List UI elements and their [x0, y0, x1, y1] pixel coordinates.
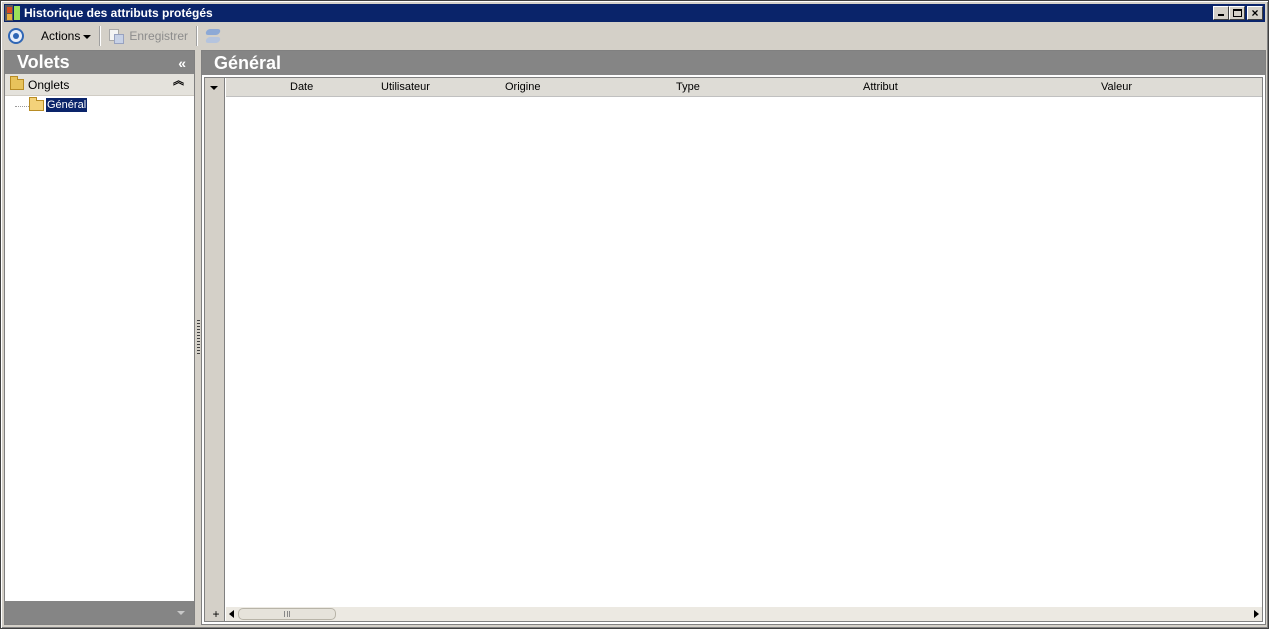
scrollbar-thumb[interactable] — [238, 608, 336, 620]
window-title: Historique des attributs protégés — [24, 6, 213, 20]
left-panel-footer — [5, 601, 194, 624]
minimize-button[interactable] — [1213, 6, 1229, 20]
maximize-icon — [1233, 9, 1242, 17]
dropdown-caret-icon — [83, 35, 92, 39]
save-label: Enregistrer — [129, 29, 189, 43]
toolbar-separator — [99, 26, 102, 46]
grid-row-header — [205, 78, 225, 621]
actions-label: Actions — [41, 29, 81, 43]
minimize-icon — [1218, 14, 1224, 16]
add-row-icon[interactable]: + — [208, 607, 224, 621]
close-icon: × — [1251, 6, 1259, 20]
window-controls: × — [1213, 6, 1263, 20]
column-chooser-icon[interactable] — [210, 86, 218, 90]
toolbar-separator — [196, 26, 199, 46]
horizontal-scrollbar[interactable] — [226, 607, 1262, 621]
title-bar[interactable]: Historique des attributs protégés × — [4, 4, 1265, 22]
actions-menu-button[interactable]: Actions — [36, 25, 96, 47]
refresh-icon[interactable] — [204, 28, 222, 44]
column-header-valeur[interactable]: Valeur — [1101, 81, 1132, 93]
group-label: Onglets — [28, 77, 70, 92]
save-icon — [109, 28, 125, 44]
grip-icon — [284, 611, 290, 617]
tree-connector — [15, 106, 29, 107]
panel-splitter[interactable] — [197, 320, 200, 356]
column-header-origine[interactable]: Origine — [505, 81, 540, 93]
column-header-type[interactable]: Type — [676, 81, 700, 93]
folder-icon — [10, 76, 24, 90]
column-header-date[interactable]: Date — [290, 81, 313, 93]
left-panel-title: Volets — [17, 52, 70, 72]
group-header-onglets[interactable]: Onglets ︽ — [5, 74, 194, 96]
grid-column-headers: Date Utilisateur Origine Type Attribut V… — [226, 78, 1262, 97]
tree-item-label[interactable]: Général — [44, 97, 89, 113]
navigation-icon[interactable] — [8, 28, 24, 44]
arrow-right-icon — [1254, 610, 1259, 618]
left-panel: Volets « Onglets ︽ Général — [4, 50, 195, 625]
main-panel-header: Général — [202, 51, 1265, 75]
collapse-group-icon[interactable]: ︽ — [173, 76, 184, 87]
main-panel: Général Date Utilisateur Origine Type At… — [201, 50, 1266, 625]
scroll-right-button[interactable] — [1250, 607, 1262, 621]
main-panel-title: Général — [214, 52, 282, 73]
close-button[interactable]: × — [1247, 6, 1263, 20]
save-button[interactable]: Enregistrer — [104, 25, 193, 47]
chevron-down-icon[interactable] — [177, 611, 185, 615]
grid-footer: + — [212, 607, 1262, 621]
collapse-panel-icon[interactable]: « — [178, 55, 186, 71]
history-grid: Date Utilisateur Origine Type Attribut V… — [204, 77, 1263, 622]
app-icon — [5, 5, 21, 21]
open-folder-icon — [29, 97, 44, 111]
maximize-button[interactable] — [1229, 6, 1245, 20]
arrow-left-icon — [229, 610, 234, 618]
column-header-utilisateur[interactable]: Utilisateur — [381, 81, 430, 93]
application-window: Historique des attributs protégés × Acti… — [0, 0, 1269, 629]
scroll-left-button[interactable] — [226, 607, 238, 621]
column-header-attribut[interactable]: Attribut — [863, 81, 898, 93]
left-panel-header: Volets « — [5, 51, 194, 74]
toolbar: Actions Enregistrer — [4, 24, 1265, 48]
tree-item-general[interactable]: Général — [5, 97, 194, 115]
